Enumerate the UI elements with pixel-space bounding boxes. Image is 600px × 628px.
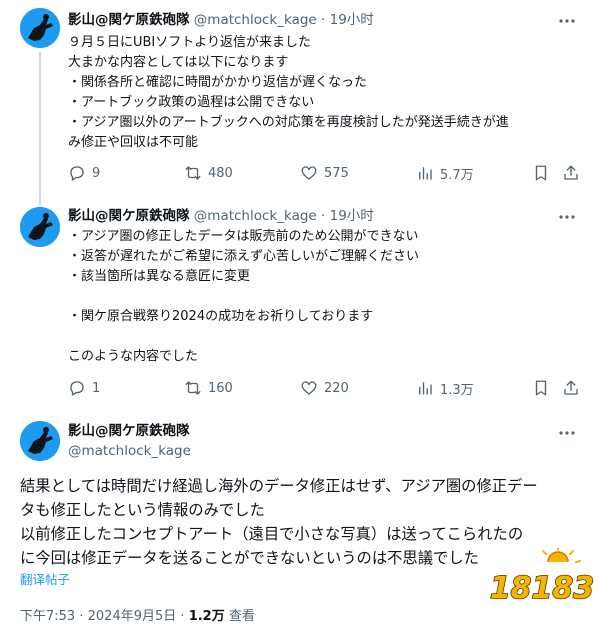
avatar[interactable] xyxy=(20,421,60,461)
thread-line xyxy=(39,52,41,202)
timestamp[interactable]: 19小时 xyxy=(330,12,374,28)
share-icon xyxy=(564,165,578,180)
views-count: 1.2万 xyxy=(188,609,225,624)
views-count: 1.3万 xyxy=(440,382,474,398)
share-button[interactable] xyxy=(562,163,586,183)
text-line: タも修正したという情報のみでした xyxy=(20,501,265,519)
analytics-icon xyxy=(419,382,432,395)
avatar[interactable] xyxy=(20,207,60,247)
bookmark-button[interactable] xyxy=(532,378,556,398)
text-line: ９月５日にUBIソフトより返信が来ました xyxy=(68,35,312,50)
reply-button[interactable]: 9 xyxy=(68,163,100,183)
like-count: 575 xyxy=(324,165,349,181)
text-line: ・関係各所と確認に時間がかかり返信が遅くなった xyxy=(68,75,368,90)
heart-icon xyxy=(301,381,317,395)
handle[interactable]: @matchlock_kage xyxy=(68,443,191,459)
tweet-header: 影山@関ケ原鉄砲隊 xyxy=(68,422,190,440)
text-line: ・アートブック政策の過程は公開できない xyxy=(68,95,315,110)
reply-count: 9 xyxy=(92,165,101,181)
views-button[interactable]: 1.3万 xyxy=(416,378,474,398)
text-line xyxy=(68,287,419,307)
views-label: 查看 xyxy=(228,609,255,624)
like-count: 220 xyxy=(324,380,349,396)
handle-row: @matchlock_kage xyxy=(68,442,191,460)
tweet-1[interactable]: 影山@関ケ原鉄砲隊 @matchlock_kage · 19小时 ９月５日にUB… xyxy=(0,0,600,202)
retweet-button[interactable]: 160 xyxy=(184,378,233,398)
timestamp[interactable]: 19小时 xyxy=(330,208,374,224)
more-options-icon[interactable] xyxy=(558,12,576,33)
avatar-image xyxy=(20,207,60,247)
heart-icon xyxy=(301,166,317,180)
action-bar: 1 160 220 1.3万 xyxy=(68,378,588,398)
retweet-count: 160 xyxy=(208,380,233,396)
text-line: 結果としては時間だけ経過し海外のデータ修正はせず、アジア圏の修正デー xyxy=(20,477,538,495)
bookmark-icon xyxy=(535,165,547,181)
tweet-header: 影山@関ケ原鉄砲隊 @matchlock_kage · 19小时 xyxy=(68,207,374,225)
text-line: ・返答が遅れたがご希望に添えず心苦しいがご理解ください xyxy=(68,249,420,264)
display-name[interactable]: 影山@関ケ原鉄砲隊 xyxy=(68,423,190,439)
avatar-image xyxy=(20,8,60,48)
separator-dot: · xyxy=(79,609,84,624)
text-line: ・アジア圏以外のアートブックへの対応策を再度検討したが発送手続きが進 xyxy=(68,115,509,130)
views-button[interactable]: 5.7万 xyxy=(416,163,474,183)
tweet-footer: 下午7:53 · 2024年9月5日 · 1.2万 查看 xyxy=(20,605,255,624)
bookmark-icon xyxy=(535,380,547,396)
reply-icon xyxy=(70,381,84,396)
display-name[interactable]: 影山@関ケ原鉄砲隊 xyxy=(68,208,190,224)
analytics-icon xyxy=(419,167,432,180)
text-line xyxy=(68,327,419,347)
share-button[interactable] xyxy=(562,378,586,398)
thread-line xyxy=(39,200,41,205)
text-line: み修正や回収は不可能 xyxy=(68,135,199,150)
separator-dot: · xyxy=(321,12,326,28)
post-time[interactable]: 下午7:53 xyxy=(20,609,75,624)
retweet-button[interactable]: 480 xyxy=(184,163,233,183)
tweet-text: ・アジア圏の修正したデータは販売前のため公開ができない ・返答が遅れたがご希望に… xyxy=(68,227,419,367)
text-line: 以前修正したコンセプトアート（遠目で小さな写真）は送ってこられたの xyxy=(20,525,524,543)
tweet-header: 影山@関ケ原鉄砲隊 @matchlock_kage · 19小时 xyxy=(68,11,374,29)
retweet-count: 480 xyxy=(208,165,233,181)
text-line: ・アジア圏の修正したデータは販売前のため公開ができない xyxy=(68,229,419,244)
text-line: ・関ケ原合戦祭り2024の成功をお祈りしております xyxy=(68,309,374,324)
separator-dot: · xyxy=(180,609,185,624)
handle[interactable]: @matchlock_kage xyxy=(194,12,317,28)
retweet-icon xyxy=(185,381,201,395)
avatar-image xyxy=(20,421,60,461)
share-icon xyxy=(564,380,578,395)
separator-dot: · xyxy=(321,208,326,224)
bookmark-button[interactable] xyxy=(532,163,556,183)
display-name[interactable]: 影山@関ケ原鉄砲隊 xyxy=(68,12,190,28)
tweet-text: ９月５日にUBIソフトより返信が来ました 大まかな内容としては以下になります ・… xyxy=(68,33,509,153)
reply-icon xyxy=(70,166,84,181)
reply-button[interactable]: 1 xyxy=(68,378,100,398)
text-line: ・該当箇所は異なる意匠に変更 xyxy=(68,269,251,284)
action-bar: 9 480 575 5.7万 xyxy=(68,163,588,183)
text-line: このような内容でした xyxy=(68,349,199,364)
tweet-2[interactable]: 影山@関ケ原鉄砲隊 @matchlock_kage · 19小时 ・アジア圏の修… xyxy=(0,200,600,410)
translate-post-link[interactable]: 翻译帖子 xyxy=(20,569,70,588)
post-date[interactable]: 2024年9月5日 xyxy=(88,609,177,624)
text-line: 大まかな内容としては以下になります xyxy=(68,55,289,70)
more-options-icon[interactable] xyxy=(558,424,576,445)
more-options-icon[interactable] xyxy=(558,208,576,229)
like-button[interactable]: 220 xyxy=(300,378,349,398)
watermark-logo: 18183 xyxy=(489,547,595,614)
views-count: 5.7万 xyxy=(440,167,474,183)
like-button[interactable]: 575 xyxy=(300,163,349,183)
watermark-text: 18183 xyxy=(490,571,594,606)
avatar[interactable] xyxy=(20,8,60,48)
handle[interactable]: @matchlock_kage xyxy=(194,208,317,224)
retweet-icon xyxy=(185,166,201,180)
reply-count: 1 xyxy=(92,380,101,396)
